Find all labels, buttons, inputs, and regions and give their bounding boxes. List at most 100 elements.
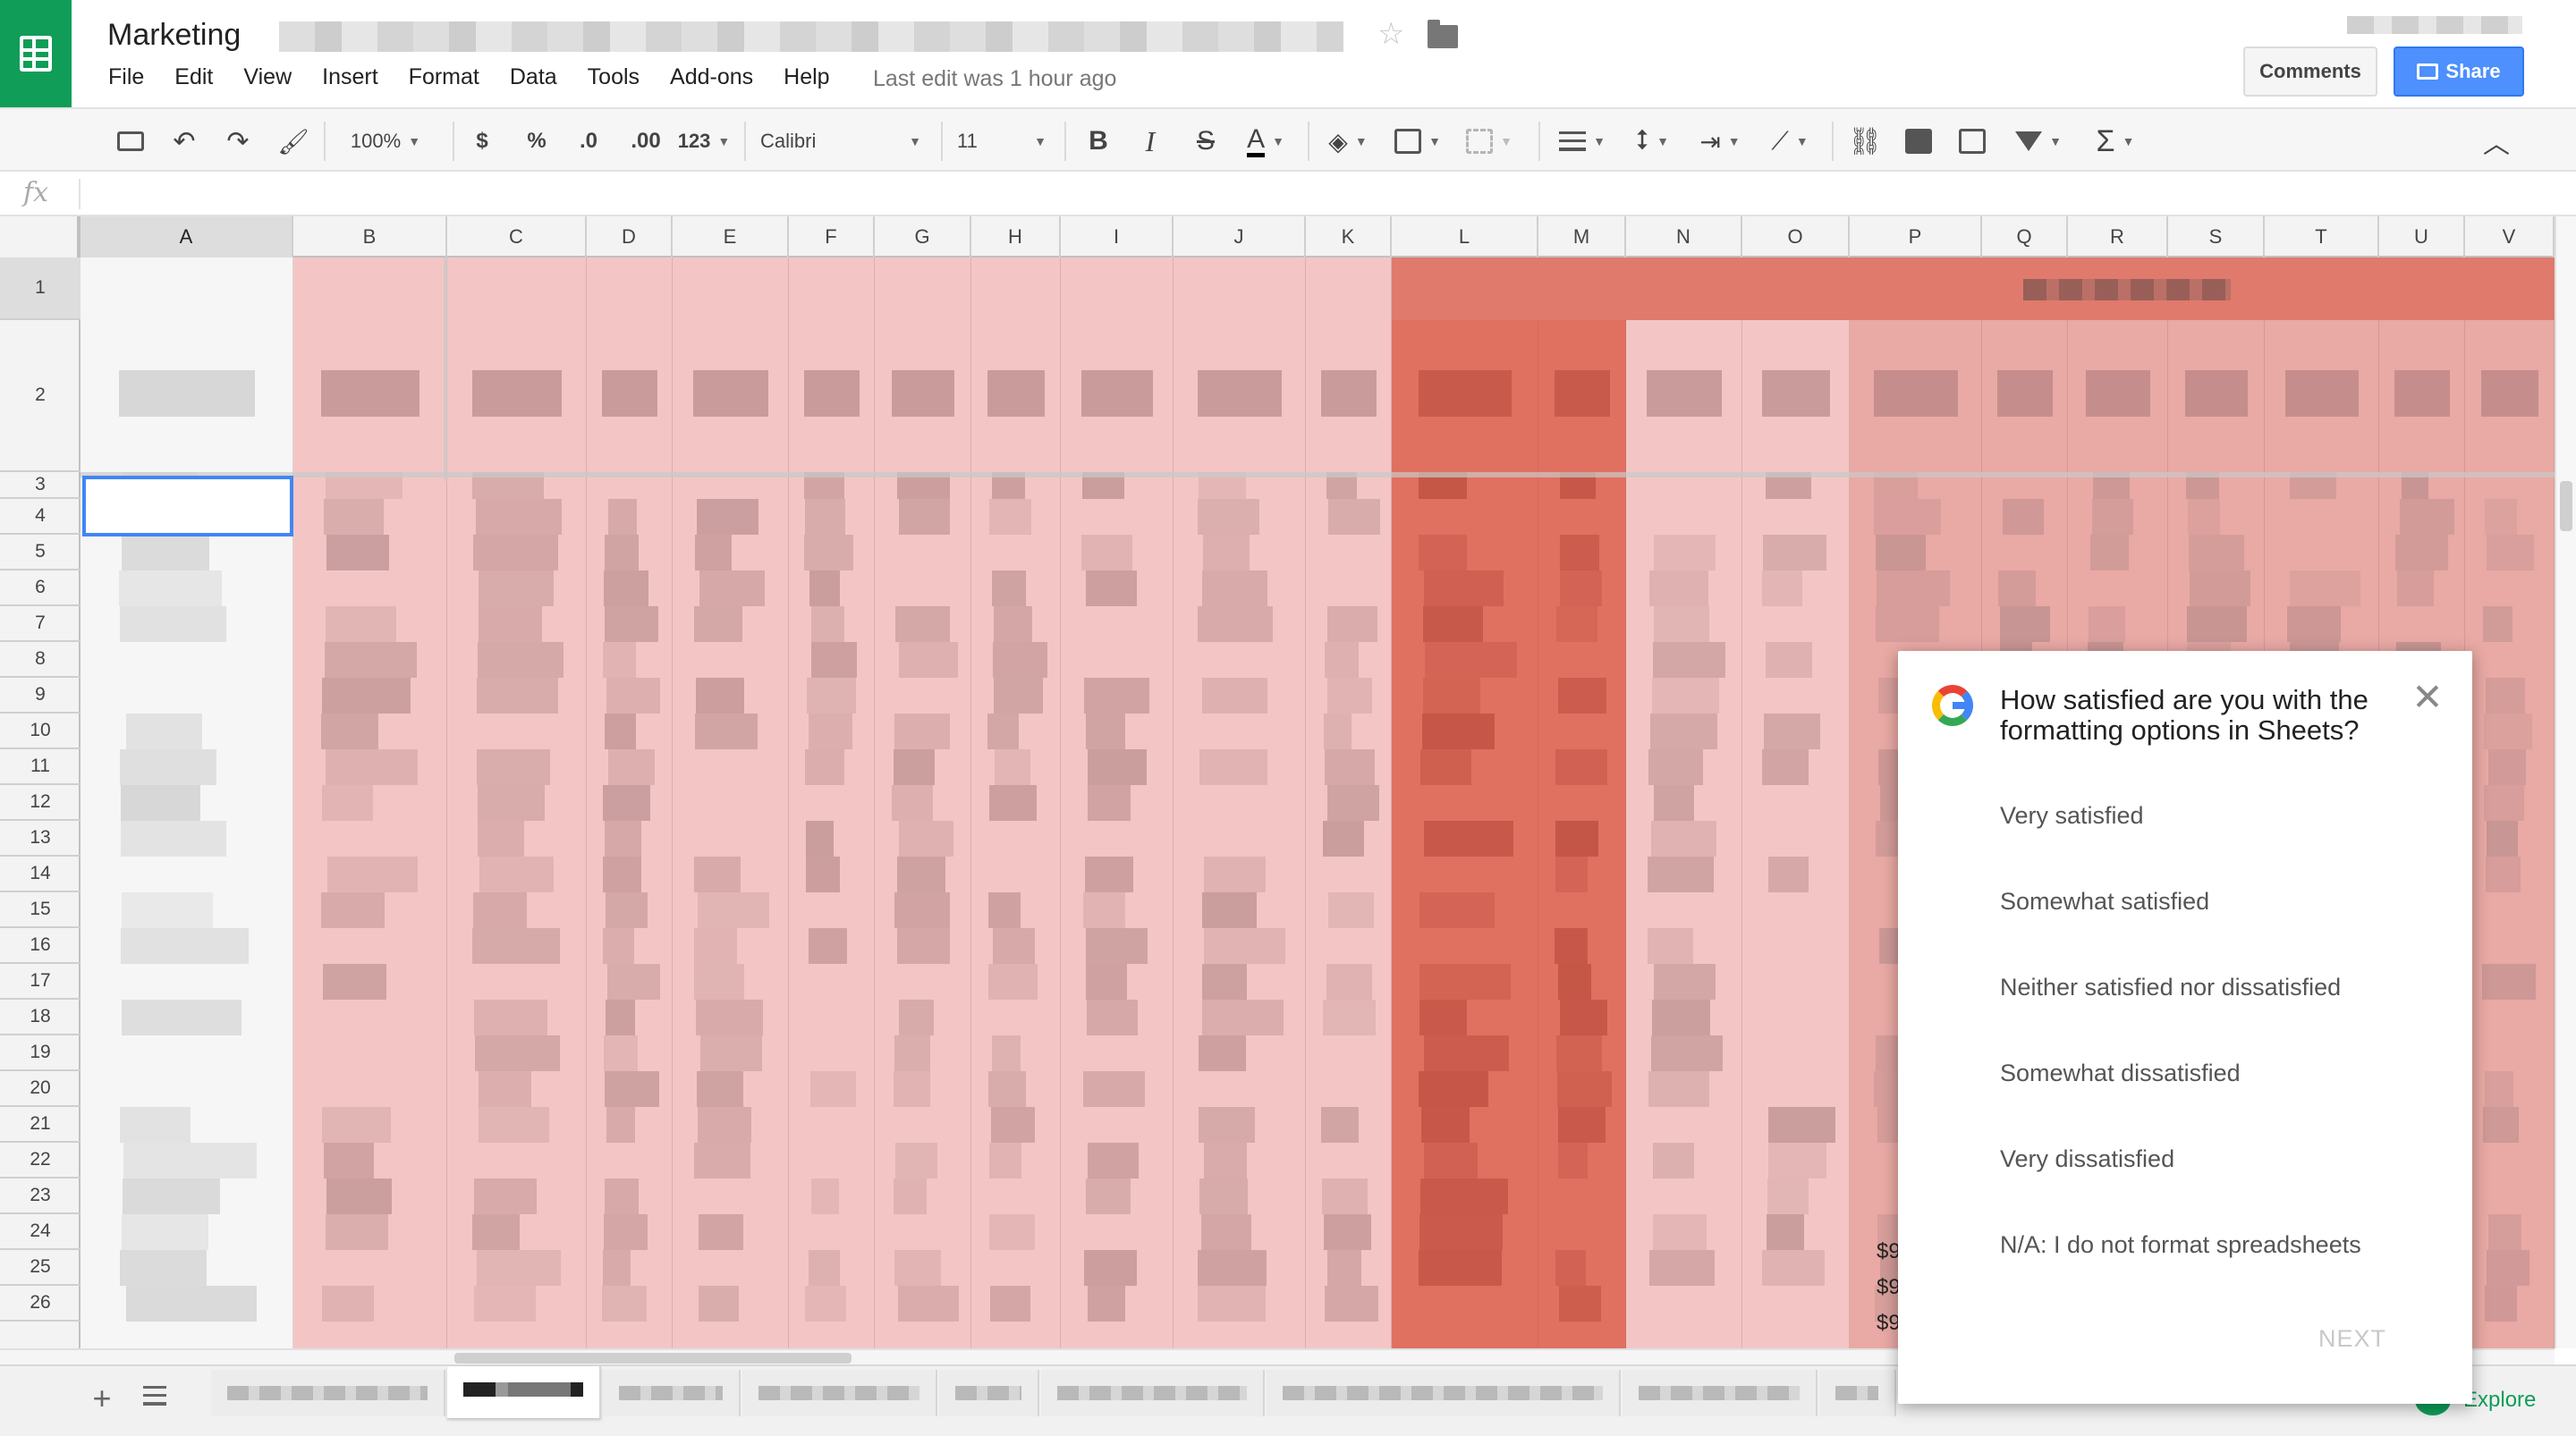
text-wrap-button[interactable]: ⇥ ▼ — [1690, 122, 1750, 161]
menu-edit[interactable]: Edit — [159, 64, 228, 90]
last-edit-status[interactable]: Last edit was 1 hour ago — [873, 66, 1116, 92]
zoom-select[interactable]: 100% ▼ — [336, 122, 435, 161]
row-header-20[interactable]: 20 — [0, 1071, 80, 1107]
cell-value[interactable]: $9 — [1877, 1305, 1901, 1341]
undo-icon[interactable]: ↶ — [166, 122, 202, 161]
filter-button[interactable]: ▼ — [2007, 122, 2070, 161]
column-header-g[interactable]: G — [875, 216, 971, 258]
increase-decimals-button[interactable]: .00 — [623, 122, 669, 161]
row-header-9[interactable]: 9 — [0, 678, 80, 714]
menu-file[interactable]: File — [93, 64, 159, 90]
survey-option-somewhat-satisfied[interactable]: Somewhat satisfied — [2000, 885, 2361, 971]
decrease-decimals-button[interactable]: .0 — [569, 122, 608, 161]
column-header-o[interactable]: O — [1742, 216, 1850, 258]
menu-tools[interactable]: Tools — [572, 64, 655, 90]
column-header-c[interactable]: C — [447, 216, 587, 258]
sheets-logo-icon[interactable] — [0, 0, 72, 107]
merged-header-cell[interactable] — [1392, 258, 2555, 320]
column-cells-e[interactable] — [673, 258, 789, 1348]
all-sheets-list-icon[interactable] — [143, 1386, 166, 1406]
row-header-7[interactable]: 7 — [0, 606, 80, 642]
menu-insert[interactable]: Insert — [307, 64, 394, 90]
row-header-4[interactable]: 4 — [0, 499, 80, 535]
insert-comment-icon[interactable] — [1900, 122, 1937, 161]
vertical-align-button[interactable]: ⭥ ▼ — [1623, 122, 1682, 161]
row-header-26[interactable]: 26 — [0, 1286, 80, 1322]
row-header-2[interactable]: 2 — [0, 320, 80, 472]
star-icon[interactable]: ☆ — [1377, 16, 1404, 52]
column-header-b[interactable]: B — [293, 216, 447, 258]
next-button[interactable]: NEXT — [2318, 1325, 2386, 1353]
row-header-11[interactable]: 11 — [0, 749, 80, 785]
column-header-r[interactable]: R — [2068, 216, 2168, 258]
row-header-10[interactable]: 10 — [0, 714, 80, 749]
percent-format-button[interactable]: % — [519, 122, 555, 161]
document-title[interactable]: Marketing — [107, 18, 241, 53]
row-header-25[interactable]: 25 — [0, 1250, 80, 1286]
select-all-corner[interactable] — [0, 216, 80, 258]
menu-add-ons[interactable]: Add-ons — [655, 64, 768, 90]
column-header-n[interactable]: N — [1626, 216, 1742, 258]
horizontal-scroll-thumb[interactable] — [454, 1353, 852, 1364]
merge-cells-button[interactable]: ▼ — [1460, 122, 1519, 161]
column-header-l[interactable]: L — [1392, 216, 1538, 258]
insert-chart-icon[interactable] — [1953, 122, 1991, 161]
sheet-tab[interactable] — [1267, 1370, 1621, 1416]
frozen-rows-divider[interactable] — [80, 472, 2555, 477]
column-header-i[interactable]: I — [1061, 216, 1174, 258]
row-header-22[interactable]: 22 — [0, 1143, 80, 1178]
share-button[interactable]: Share — [2394, 46, 2524, 97]
column-header-q[interactable]: Q — [1982, 216, 2068, 258]
survey-option-neutral[interactable]: Neither satisfied nor dissatisfied — [2000, 971, 2361, 1057]
number-format-select[interactable]: 123 ▼ — [673, 122, 735, 161]
menu-view[interactable]: View — [228, 64, 307, 90]
menu-data[interactable]: Data — [495, 64, 572, 90]
sheet-tab[interactable] — [1041, 1370, 1265, 1416]
horizontal-align-button[interactable]: ▼ — [1553, 122, 1612, 161]
row-header-13[interactable]: 13 — [0, 821, 80, 857]
column-header-t[interactable]: T — [2265, 216, 2379, 258]
menu-help[interactable]: Help — [768, 64, 844, 90]
column-cells-m[interactable] — [1538, 258, 1626, 1348]
italic-icon[interactable]: I — [1134, 122, 1166, 161]
row-header-12[interactable]: 12 — [0, 785, 80, 821]
bold-icon[interactable]: B — [1082, 122, 1114, 161]
sheet-tab[interactable] — [742, 1370, 937, 1416]
comments-button[interactable]: Comments — [2243, 46, 2377, 97]
link-icon[interactable]: ⛓ — [1846, 122, 1884, 161]
column-header-f[interactable]: F — [789, 216, 875, 258]
frozen-columns-divider[interactable] — [444, 258, 447, 481]
row-header-15[interactable]: 15 — [0, 892, 80, 928]
column-header-v[interactable]: V — [2465, 216, 2555, 258]
survey-option-very-satisfied[interactable]: Very satisfied — [2000, 799, 2361, 885]
print-icon[interactable] — [113, 122, 148, 161]
paint-format-icon[interactable]: 🖌 — [275, 122, 311, 161]
sheet-tab[interactable] — [939, 1370, 1039, 1416]
survey-option-very-dissatisfied[interactable]: Very dissatisfied — [2000, 1143, 2361, 1229]
row-header-1[interactable]: 1 — [0, 258, 80, 320]
sheet-tab[interactable] — [1623, 1370, 1818, 1416]
menu-format[interactable]: Format — [394, 64, 495, 90]
sheet-tab[interactable] — [603, 1370, 741, 1416]
row-header-16[interactable]: 16 — [0, 928, 80, 964]
column-header-p[interactable]: P — [1850, 216, 1982, 258]
text-color-button[interactable]: A ▼ — [1234, 122, 1297, 161]
survey-option-somewhat-dissatisfied[interactable]: Somewhat dissatisfied — [2000, 1057, 2361, 1143]
functions-button[interactable]: Σ ▼ — [2084, 122, 2147, 161]
close-icon[interactable]: ✕ — [2408, 678, 2447, 717]
font-family-select[interactable]: Calibri ▼ — [760, 122, 921, 161]
row-header-14[interactable]: 14 — [0, 857, 80, 892]
row-header-23[interactable]: 23 — [0, 1178, 80, 1214]
row-header-18[interactable]: 18 — [0, 1000, 80, 1035]
account-email-redacted[interactable] — [2347, 16, 2522, 34]
row-header-8[interactable]: 8 — [0, 642, 80, 678]
text-rotation-button[interactable]: ⟋ ▼ — [1760, 122, 1819, 161]
borders-button[interactable]: ▼ — [1388, 122, 1447, 161]
column-header-s[interactable]: S — [2168, 216, 2265, 258]
fill-color-button[interactable]: ◈ ▼ — [1318, 122, 1377, 161]
sheet-tab[interactable] — [211, 1370, 445, 1416]
column-header-e[interactable]: E — [673, 216, 789, 258]
strikethrough-icon[interactable]: S — [1190, 122, 1222, 161]
redo-icon[interactable]: ↷ — [220, 122, 256, 161]
row-header-19[interactable]: 19 — [0, 1035, 80, 1071]
